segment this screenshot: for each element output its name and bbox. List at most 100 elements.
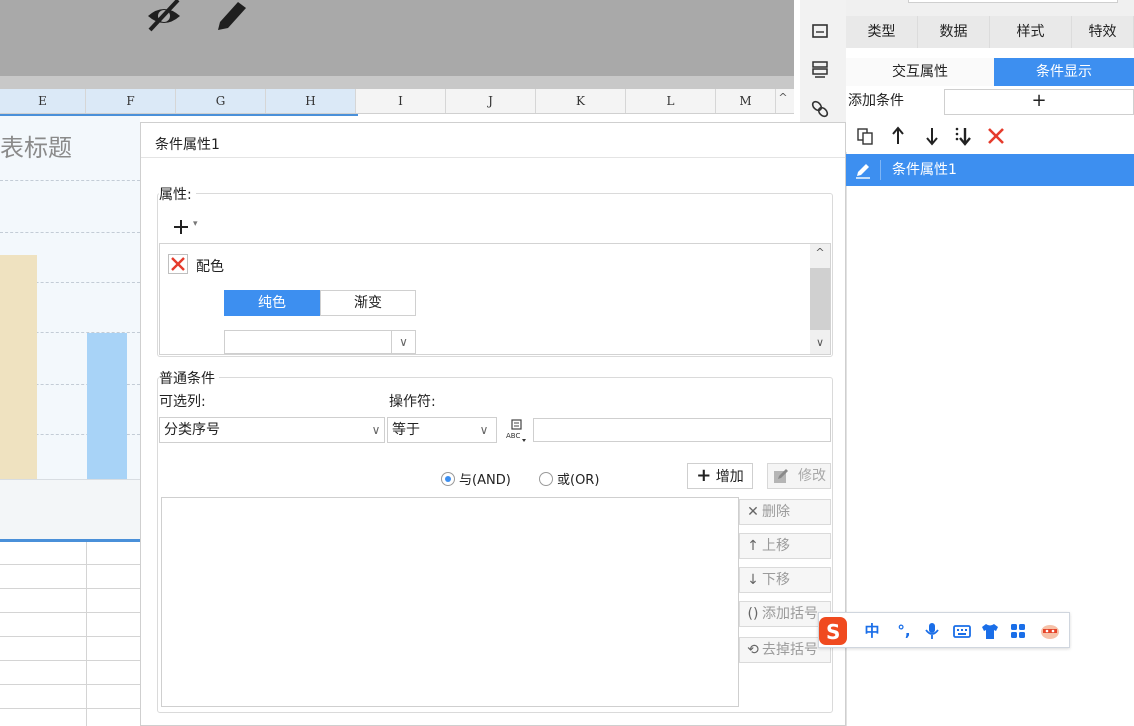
segment-gradient[interactable]: 渐变: [320, 290, 416, 316]
keyboard-icon[interactable]: [953, 621, 971, 641]
condition-list-toolbar: [846, 122, 1134, 152]
operator-label: 操作符:: [389, 394, 436, 410]
dialog-title: 条件属性1: [155, 137, 220, 153]
bracket-icon: (): [747, 606, 759, 622]
segment-solid[interactable]: 纯色: [224, 290, 320, 316]
chart-bar: [87, 333, 127, 479]
gridline: [0, 232, 140, 233]
add-bracket-label: 添加括号: [762, 606, 818, 622]
tab-effects[interactable]: 特效: [1072, 16, 1134, 48]
add-condition-button[interactable]: +: [944, 89, 1134, 115]
col-header-j[interactable]: J: [446, 89, 536, 113]
delete-button-label: 删除: [762, 504, 790, 520]
hide-eye-icon[interactable]: [144, 0, 184, 34]
col-header-e[interactable]: E: [0, 89, 86, 113]
mic-icon[interactable]: [923, 621, 941, 641]
move-down-button[interactable]: ↓ 下移: [739, 567, 831, 593]
scroll-up-icon[interactable]: ^: [774, 91, 792, 109]
item-divider: [880, 160, 881, 180]
column-header-row: E F G H I J K L M: [0, 89, 794, 114]
shirt-icon[interactable]: [981, 621, 999, 641]
chevron-down-icon[interactable]: ▾: [193, 219, 198, 229]
row-line: [0, 636, 140, 637]
chart-bar: [0, 255, 37, 479]
column-select-value: 分类序号: [164, 422, 220, 438]
subtab-conditional-display[interactable]: 条件显示: [994, 58, 1134, 86]
col-header-k[interactable]: K: [536, 89, 626, 113]
tab-type[interactable]: 类型: [846, 16, 918, 48]
move-up-label: 上移: [762, 538, 790, 554]
add-condition-label: 添加条件: [848, 93, 904, 109]
col-header-g[interactable]: G: [176, 89, 266, 113]
formula-abc-icon[interactable]: ABC: [503, 417, 529, 443]
attribute-name: 配色: [196, 259, 224, 275]
chevron-down-icon[interactable]: ∨: [368, 418, 384, 442]
copy-icon[interactable]: [854, 124, 878, 148]
panel-tabs: 类型 数据 样式 特效: [846, 16, 1134, 48]
tab-data[interactable]: 数据: [918, 16, 990, 48]
cell-divider: [86, 542, 87, 726]
cell-attribute-icon[interactable]: [806, 58, 834, 82]
condition-expression-list[interactable]: [161, 497, 739, 707]
edit-icon: [772, 467, 790, 485]
ime-punctuation[interactable]: °,: [895, 621, 913, 641]
apps-icon[interactable]: [1009, 621, 1027, 641]
row-line: [0, 588, 140, 589]
col-header-f[interactable]: F: [86, 89, 176, 113]
mascot-icon[interactable]: [1039, 621, 1059, 641]
scroll-up-icon[interactable]: ^: [810, 246, 830, 259]
arrow-down-icon: ↓: [747, 572, 759, 588]
move-up-icon[interactable]: [886, 124, 910, 148]
scroll-down-icon[interactable]: ∨: [810, 336, 830, 349]
move-up-button[interactable]: ↑ 上移: [739, 533, 831, 559]
radio-or[interactable]: [539, 472, 553, 486]
condition-attribute-dialog: 条件属性1 属性: ▾ 配色 纯色 渐变 ∨ ^ ∨ 普通条件 可选列: 操作符…: [140, 122, 846, 726]
edit-icon[interactable]: [852, 160, 874, 180]
svg-text:ABC: ABC: [506, 432, 520, 440]
col-header-i[interactable]: I: [356, 89, 446, 113]
edit-condition-button[interactable]: 修改: [767, 463, 831, 489]
radio-and[interactable]: [441, 472, 455, 486]
subtab-interaction[interactable]: 交互属性: [846, 58, 994, 86]
move-down-icon[interactable]: [920, 124, 944, 148]
edit-button-label: 修改: [798, 468, 826, 484]
row-line: [0, 708, 140, 709]
toolbar-strip: [0, 76, 794, 89]
add-condition-dialog-button[interactable]: + 增加: [687, 463, 753, 489]
link-icon[interactable]: [806, 96, 834, 120]
sogou-logo-icon[interactable]: S: [817, 615, 849, 647]
pencil-icon[interactable]: [210, 0, 250, 34]
delete-icon[interactable]: [984, 124, 1008, 148]
radio-and-label[interactable]: 与(AND): [459, 469, 511, 488]
col-header-l[interactable]: L: [626, 89, 716, 113]
row-line: [0, 660, 140, 661]
remove-attribute-icon[interactable]: [168, 254, 188, 274]
ime-chinese-mode[interactable]: 中: [863, 621, 881, 641]
condition-item-label: 条件属性1: [892, 162, 957, 178]
tab-style[interactable]: 样式: [990, 16, 1072, 48]
col-header-m[interactable]: M: [716, 89, 776, 113]
cell-element-icon[interactable]: [806, 20, 834, 44]
radio-or-label[interactable]: 或(OR): [557, 469, 599, 488]
remove-bracket-icon: ⟲: [747, 642, 759, 658]
operator-select[interactable]: 等于 ∨: [387, 417, 497, 443]
remove-bracket-label: 去掉括号: [762, 642, 818, 658]
col-header-h[interactable]: H: [266, 89, 356, 113]
row-line: [0, 612, 140, 613]
ime-toolbar[interactable]: S 中 °,: [818, 612, 1070, 648]
chart-title: 表标题: [0, 134, 72, 162]
column-select[interactable]: 分类序号 ∨: [159, 417, 385, 443]
color-select[interactable]: ∨: [224, 330, 416, 354]
scrollbar-thumb[interactable]: [810, 268, 830, 330]
plus-icon: +: [696, 465, 712, 486]
attribute-list: 配色 纯色 渐变 ∨ ^ ∨: [159, 243, 831, 355]
delete-button[interactable]: ✕ 删除: [739, 499, 831, 525]
condition-list-item[interactable]: 条件属性1: [846, 154, 1134, 186]
move-bottom-icon[interactable]: [950, 124, 974, 148]
chevron-down-icon[interactable]: ∨: [391, 331, 415, 353]
arrow-up-icon: ↑: [747, 538, 759, 554]
add-attribute-button[interactable]: [169, 215, 205, 239]
svg-text:S: S: [826, 620, 840, 644]
value-input[interactable]: [533, 418, 831, 442]
chevron-down-icon[interactable]: ∨: [476, 418, 492, 442]
